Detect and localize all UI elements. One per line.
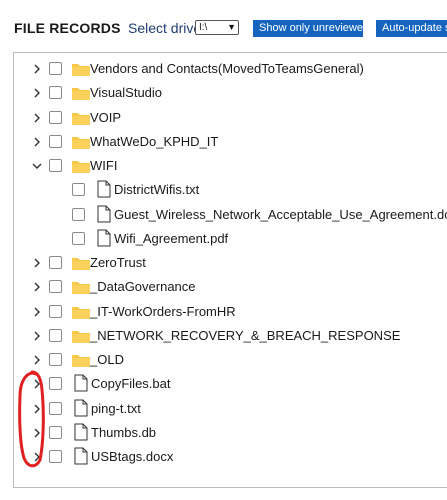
tree-row-label: Thumbs.db <box>91 424 157 440</box>
row-checkbox[interactable] <box>49 425 62 439</box>
tree-row-folder[interactable]: Vendors and Contacts(MovedToTeamsGeneral… <box>14 58 447 80</box>
tree-row-label: VOIP <box>90 109 122 125</box>
chevron-right-icon[interactable] <box>31 450 43 464</box>
drive-select-value: I:\ <box>199 22 208 33</box>
tree-row-file[interactable]: ping-t.txt <box>14 398 447 420</box>
show-only-unreviewed-button[interactable]: Show only unreviewed <box>253 20 363 37</box>
chevron-right-icon[interactable] <box>31 62 43 76</box>
file-records-page: FILE RECORDS Select drive: I:\ ▼ Show on… <box>0 0 447 500</box>
folder-icon <box>72 62 90 76</box>
page-title: FILE RECORDS <box>14 20 121 36</box>
chevron-right-icon[interactable] <box>31 353 43 367</box>
tree-row-label: Wifi_Agreement.pdf <box>114 230 229 246</box>
folder-icon <box>72 135 90 149</box>
file-icon <box>97 180 111 198</box>
tree-row-folder[interactable]: ZeroTrust <box>14 252 447 274</box>
file-icon <box>74 423 88 441</box>
tree-row-label: WIFI <box>90 158 118 173</box>
folder-icon <box>72 280 90 295</box>
row-checkbox[interactable] <box>49 401 62 415</box>
tree-row-file[interactable]: Wifi_Agreement.pdf <box>14 228 447 250</box>
tree-row-label: _NETWORK_RECOVERY_&_BREACH_RESPONSE <box>90 327 401 343</box>
row-checkbox[interactable] <box>49 304 62 318</box>
drive-select[interactable]: I:\ ▼ <box>195 20 239 35</box>
row-checkbox[interactable] <box>49 353 62 366</box>
tree-row-file[interactable]: USBtags.docx <box>14 446 447 468</box>
row-checkbox[interactable] <box>49 134 62 148</box>
tree-row-file[interactable]: Guest_Wireless_Network_Acceptable_Use_Ag… <box>14 204 447 226</box>
tree-row-folder[interactable]: VisualStudio <box>14 82 447 104</box>
chevron-right-icon[interactable] <box>31 402 43 416</box>
tree-row-label: DistrictWifis.txt <box>114 182 200 198</box>
tree-row-label: _OLD <box>90 352 124 367</box>
file-icon <box>97 205 111 223</box>
chevron-down-icon[interactable] <box>31 159 43 173</box>
tree-row-label: ZeroTrust <box>90 255 146 270</box>
tree-row-folder[interactable]: WIFI <box>14 155 447 177</box>
tree-row-label: _IT-WorkOrders-FromHR <box>90 303 236 319</box>
row-checkbox[interactable] <box>49 377 62 391</box>
row-checkbox[interactable] <box>72 207 85 221</box>
row-checkbox[interactable] <box>49 256 62 269</box>
tree-row-label: USBtags.docx <box>91 449 174 464</box>
row-checkbox[interactable] <box>72 231 85 245</box>
folder-icon <box>72 111 90 125</box>
row-checkbox[interactable] <box>72 183 85 197</box>
row-checkbox[interactable] <box>49 280 62 294</box>
drive-label: Select drive: <box>128 20 206 36</box>
chevron-right-icon[interactable] <box>31 256 43 270</box>
folder-icon <box>72 329 90 343</box>
tree-row-label: ping-t.txt <box>91 400 141 416</box>
tree-row-folder[interactable]: _OLD <box>14 349 447 371</box>
folder-icon <box>72 256 90 270</box>
chevron-right-icon[interactable] <box>31 426 43 440</box>
file-icon <box>74 399 88 417</box>
row-checkbox[interactable] <box>49 86 62 100</box>
chevron-right-icon[interactable] <box>31 377 43 391</box>
chevron-right-icon[interactable] <box>31 305 43 319</box>
row-checkbox[interactable] <box>49 159 62 172</box>
row-checkbox[interactable] <box>49 328 62 342</box>
chevron-right-icon[interactable] <box>31 329 43 343</box>
file-icon <box>74 447 88 465</box>
header-bar: FILE RECORDS Select drive: I:\ ▼ Show on… <box>0 0 447 52</box>
tree-row-folder[interactable]: _NETWORK_RECOVERY_&_BREACH_RESPONSE <box>14 325 447 347</box>
row-checkbox[interactable] <box>49 110 62 124</box>
tree-row-folder[interactable]: _DataGovernance <box>14 276 447 298</box>
file-icon <box>97 229 111 247</box>
folder-icon <box>72 305 90 319</box>
file-tree: Vendors and Contacts(MovedToTeamsGeneral… <box>13 52 447 488</box>
chevron-right-icon[interactable] <box>31 135 43 149</box>
tree-row-label: CopyFiles.bat <box>91 376 171 392</box>
file-icon <box>74 374 88 392</box>
tree-row-file[interactable]: Thumbs.db <box>14 422 447 444</box>
folder-icon <box>72 159 90 173</box>
folder-icon <box>72 353 90 367</box>
tree-row-label: VisualStudio <box>90 85 163 101</box>
chevron-right-icon[interactable] <box>31 86 43 100</box>
tree-row-folder[interactable]: _IT-WorkOrders-FromHR <box>14 301 447 323</box>
folder-icon <box>72 86 90 101</box>
tree-row-folder[interactable]: WhatWeDo_KPHD_IT <box>14 131 447 153</box>
tree-row-label: Guest_Wireless_Network_Acceptable_Use_Ag… <box>114 206 447 222</box>
tree-row-label: WhatWeDo_KPHD_IT <box>90 133 219 149</box>
tree-row-label: _DataGovernance <box>90 279 196 295</box>
chevron-right-icon[interactable] <box>31 280 43 294</box>
tree-row-label: Vendors and Contacts(MovedToTeamsGeneral… <box>90 61 364 76</box>
chevron-right-icon[interactable] <box>31 111 43 125</box>
tree-row-file[interactable]: CopyFiles.bat <box>14 373 447 395</box>
tree-row-folder[interactable]: VOIP <box>14 107 447 129</box>
row-checkbox[interactable] <box>49 450 62 463</box>
auto-update-button[interactable]: Auto-update se <box>376 20 447 37</box>
tree-row-file[interactable]: DistrictWifis.txt <box>14 179 447 201</box>
row-checkbox[interactable] <box>49 62 62 75</box>
chevron-down-icon: ▼ <box>227 22 236 32</box>
